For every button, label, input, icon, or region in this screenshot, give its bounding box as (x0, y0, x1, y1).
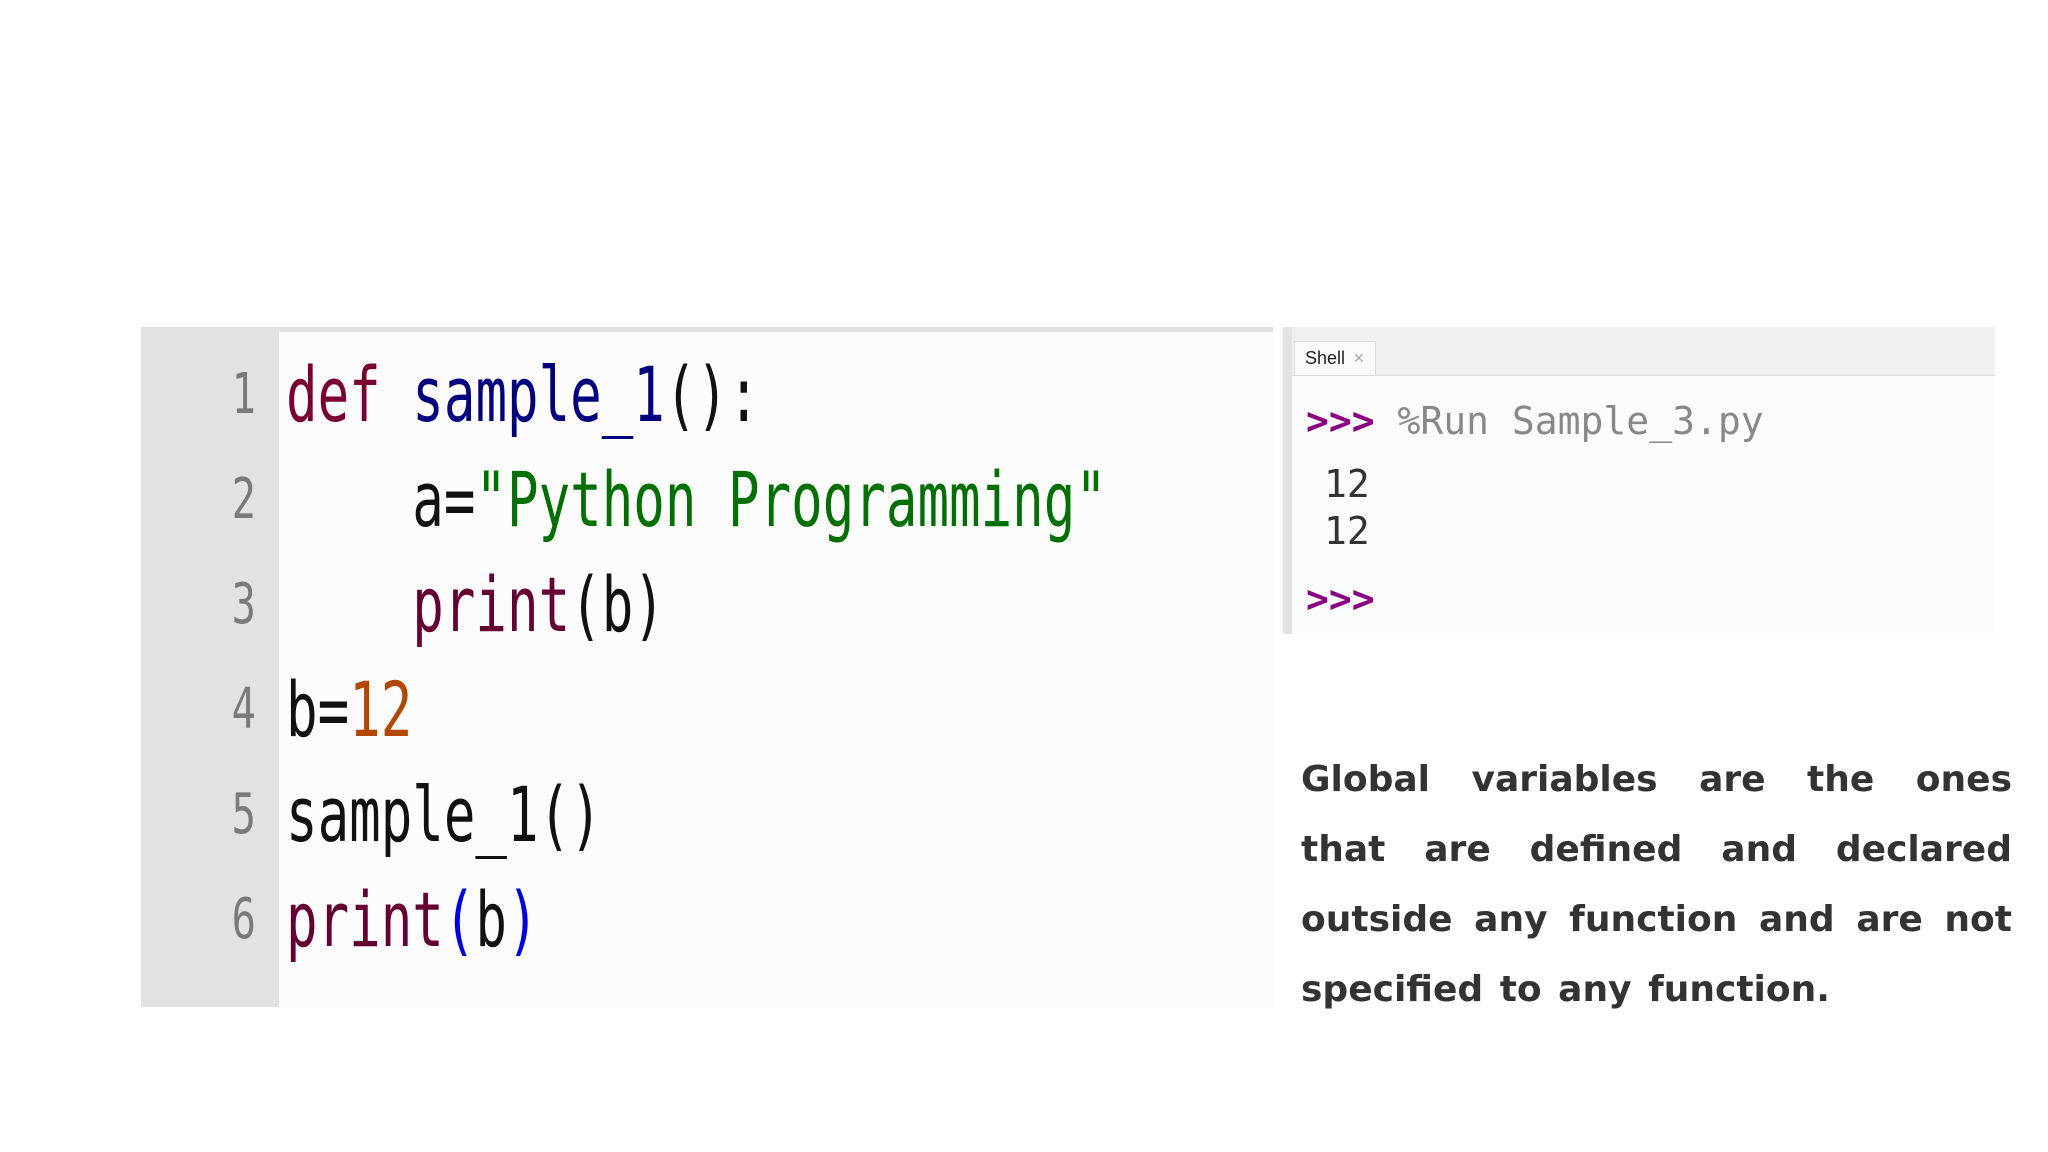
paren-token: ) (507, 875, 539, 964)
code-text[interactable]: b=12 (286, 657, 412, 762)
code-text[interactable]: sample_1() (286, 762, 602, 867)
function-name-token: sample_1 (412, 350, 665, 439)
code-text[interactable]: print(b) (286, 552, 665, 657)
code-line-5: 5 sample_1() (141, 762, 1273, 867)
shell-tab-bar: Shell ✕ (1292, 327, 1995, 376)
description-text: Global variables are the ones that are d… (1301, 759, 2012, 1010)
assignment-token: a= (286, 455, 476, 544)
code-line-3: 3 print(b) (141, 552, 1273, 657)
code-line-1: 1 def sample_1(): (141, 342, 1273, 447)
close-icon[interactable]: ✕ (1353, 352, 1365, 366)
tab-shell[interactable]: Shell ✕ (1294, 341, 1376, 375)
builtin-token: print (412, 560, 571, 649)
paren-token: ( (443, 875, 476, 964)
slide: 1 def sample_1(): 2 a="Python Programmin… (0, 0, 2048, 1152)
shell-input-line[interactable]: >>> (1306, 577, 1375, 621)
line-number: 6 (231, 887, 256, 952)
code-line-2: 2 a="Python Programming" (141, 447, 1273, 552)
assignment-token: b= (286, 665, 350, 754)
code-line-4: 4 b=12 (141, 657, 1273, 762)
code-text[interactable]: print(b) (286, 867, 539, 972)
argument-token: (b) (570, 560, 665, 649)
shell-output: 12 (1324, 509, 1370, 553)
line-number: 1 (231, 362, 256, 427)
shell-prompt: >>> (1306, 399, 1375, 443)
builtin-token: print (286, 875, 444, 964)
code-text[interactable]: def sample_1(): (286, 342, 760, 447)
shell-command: %Run Sample_3.py (1397, 399, 1764, 443)
code-editor[interactable]: 1 def sample_1(): 2 a="Python Programmin… (141, 327, 1273, 1007)
number-token: 12 (349, 665, 413, 754)
code-line-6: 6 print(b) (141, 867, 1273, 972)
code-text[interactable]: a="Python Programming" (286, 447, 1107, 552)
shell-prompt: >>> (1306, 577, 1375, 621)
call-token: sample_1() (286, 770, 602, 859)
tab-label: Shell (1305, 348, 1346, 368)
line-number: 3 (231, 572, 256, 637)
shell-command-line: >>> %Run Sample_3.py (1306, 399, 1764, 443)
line-number: 4 (231, 677, 256, 742)
shell-panel[interactable]: Shell ✕ >>> %Run Sample_3.py 12 12 >>> (1283, 327, 1995, 634)
string-token: "Python Programming" (475, 455, 1107, 544)
indent-token (286, 560, 412, 649)
shell-output: 12 (1324, 462, 1370, 506)
line-number: 5 (231, 782, 256, 847)
keyword-token: def (286, 350, 381, 439)
argument-token: b (475, 875, 508, 964)
punctuation-token: (): (664, 350, 760, 439)
line-number: 2 (231, 467, 256, 532)
